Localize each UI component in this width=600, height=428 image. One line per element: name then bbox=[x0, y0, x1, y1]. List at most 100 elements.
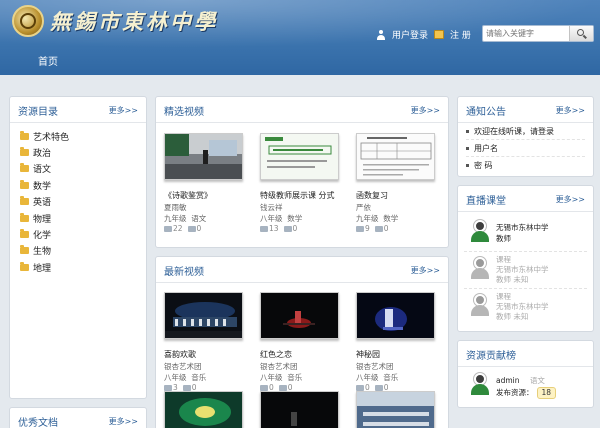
excellent-docs-title: 优秀文档 bbox=[18, 418, 58, 428]
category-item[interactable]: 数学 bbox=[20, 177, 146, 193]
category-item[interactable]: 物理 bbox=[20, 210, 146, 226]
video-thumbnail[interactable] bbox=[260, 133, 339, 180]
video-thumbnail[interactable] bbox=[164, 391, 243, 428]
folder-icon bbox=[20, 130, 29, 140]
category-item[interactable]: 政治 bbox=[20, 144, 146, 160]
comments-icon bbox=[187, 226, 196, 232]
school-emblem-icon bbox=[12, 5, 44, 37]
video-title[interactable]: 《诗歌鉴赏》 bbox=[164, 190, 243, 200]
video-meta: 八年级 数学 bbox=[260, 214, 303, 223]
live-role: 教师 未知 bbox=[496, 312, 529, 321]
video-card[interactable]: 《诗歌鉴赏》 夏雨敏 九年级 语文 22 0 bbox=[164, 133, 243, 233]
video-thumbnail[interactable] bbox=[164, 292, 243, 339]
video-author: 钱云祥 bbox=[260, 203, 283, 212]
category-item[interactable]: 生物 bbox=[20, 243, 146, 259]
notice-title: 通知公告 bbox=[466, 107, 506, 118]
video-stats: 90 bbox=[356, 224, 435, 233]
category-item[interactable]: 地理 bbox=[20, 259, 146, 275]
live-classroom-title: 直播课堂 bbox=[466, 196, 506, 207]
video-author: 银杏艺术团 bbox=[164, 362, 202, 371]
nav-home[interactable]: 首页 bbox=[25, 50, 71, 75]
contribution-ranking-panel: 资源贡献榜 admin 语文 发布资源： 18 bbox=[457, 340, 594, 408]
latest-videos-title: 最新视频 bbox=[164, 267, 204, 278]
folder-icon bbox=[20, 212, 29, 222]
featured-more-link[interactable]: 更多>> bbox=[411, 105, 440, 116]
login-link[interactable]: 用户登录 bbox=[392, 28, 428, 41]
video-thumbnail[interactable] bbox=[260, 292, 339, 339]
live-role: 教师 未知 bbox=[496, 275, 529, 284]
excellent-docs-panel: 优秀文档 更多>> bbox=[9, 407, 147, 428]
resource-more-link[interactable]: 更多>> bbox=[109, 105, 138, 116]
live-more-link[interactable]: 更多>> bbox=[556, 194, 585, 205]
folder-icon bbox=[20, 147, 29, 157]
live-item[interactable]: 课程 无锡市东林中学 教师 未知 bbox=[464, 252, 587, 289]
folder-icon bbox=[20, 245, 29, 255]
video-title[interactable]: 神秘园 bbox=[356, 349, 435, 359]
views-icon bbox=[164, 226, 172, 232]
live-role: 教师 bbox=[496, 234, 511, 243]
video-author: 银杏艺术团 bbox=[356, 362, 394, 371]
video-title[interactable]: 特级教师展示课 分式 bbox=[260, 190, 339, 200]
video-meta: 八年级 音乐 bbox=[260, 373, 303, 382]
resource-directory-panel: 资源目录 更多>> 艺术特色 政治 语文 数学 英语 物理 化学 生物 地理 bbox=[9, 96, 147, 399]
search-box bbox=[482, 25, 594, 42]
notice-item[interactable]: 用户名 bbox=[466, 140, 585, 157]
search-input[interactable] bbox=[486, 27, 570, 40]
contribution-ranking-title: 资源贡献榜 bbox=[466, 351, 516, 362]
category-item[interactable]: 化学 bbox=[20, 226, 146, 242]
live-item[interactable]: 课程 无锡市东林中学 教师 未知 bbox=[464, 289, 587, 326]
views-icon bbox=[356, 226, 364, 232]
video-card[interactable]: 函数复习 严依 九年级 数学 90 bbox=[356, 133, 435, 233]
video-meta: 八年级 音乐 bbox=[164, 373, 207, 382]
category-item[interactable]: 艺术特色 bbox=[20, 128, 146, 144]
live-school: 无锡市东林中学 bbox=[496, 223, 549, 232]
live-item[interactable]: 无锡市东林中学 教师 bbox=[464, 215, 587, 252]
video-title[interactable]: 红色之恋 bbox=[260, 349, 339, 359]
video-title[interactable]: 函数复习 bbox=[356, 190, 435, 200]
video-thumbnail[interactable] bbox=[164, 133, 243, 180]
video-thumbnail[interactable] bbox=[356, 292, 435, 339]
video-card[interactable]: 神秘园 银杏艺术团 八年级 音乐 00 bbox=[356, 292, 435, 392]
category-item[interactable]: 英语 bbox=[20, 194, 146, 210]
video-meta: 九年级 语文 bbox=[164, 214, 207, 223]
teacher-avatar bbox=[470, 294, 490, 316]
notice-more-link[interactable]: 更多>> bbox=[556, 105, 585, 116]
notice-list: 欢迎在线听课，请登录 用户名 密 码 bbox=[458, 123, 593, 174]
main-nav: 首页 bbox=[0, 50, 600, 75]
video-title[interactable]: 喜韵欢歌 bbox=[164, 349, 243, 359]
folder-icon bbox=[20, 179, 29, 189]
video-meta: 九年级 数学 bbox=[356, 214, 399, 223]
category-item[interactable]: 语文 bbox=[20, 161, 146, 177]
category-list: 艺术特色 政治 语文 数学 英语 物理 化学 生物 地理 bbox=[10, 123, 146, 276]
rank-item[interactable]: admin 语文 发布资源： 18 bbox=[464, 367, 587, 405]
featured-videos-panel: 精选视频 更多>> 《诗歌鉴赏》 夏雨敏 九年级 语文 22 0 特级教师展示课… bbox=[155, 96, 449, 248]
video-card[interactable]: 特级教师展示课 分式 钱云祥 八年级 数学 13 0 bbox=[260, 133, 339, 233]
notice-item[interactable]: 欢迎在线听课，请登录 bbox=[466, 123, 585, 140]
video-card[interactable]: 喜韵欢歌 银杏艺术团 八年级 音乐 30 bbox=[164, 292, 243, 392]
user-bar: 用户登录 注 册 bbox=[376, 28, 471, 41]
user-icon bbox=[376, 29, 386, 40]
views-icon bbox=[260, 226, 268, 232]
register-link[interactable]: 注 册 bbox=[450, 28, 471, 41]
user-avatar bbox=[470, 373, 490, 395]
folder-icon bbox=[20, 261, 29, 271]
register-icon bbox=[434, 30, 445, 39]
video-stats: 22 0 bbox=[164, 224, 243, 233]
latest-more-link[interactable]: 更多>> bbox=[411, 265, 440, 276]
video-thumbnail[interactable] bbox=[356, 391, 435, 428]
school-logo[interactable]: 無錫市東林中學 bbox=[12, 3, 218, 39]
rank-count: 发布资源： 18 bbox=[496, 387, 557, 399]
resource-directory-title: 资源目录 bbox=[18, 107, 58, 118]
video-card[interactable]: 红色之恋 银杏艺术团 八年级 音乐 00 bbox=[260, 292, 339, 392]
docs-more-link[interactable]: 更多>> bbox=[109, 416, 138, 427]
rank-user[interactable]: admin 语文 bbox=[496, 375, 545, 386]
notice-panel: 通知公告 更多>> 欢迎在线听课，请登录 用户名 密 码 bbox=[457, 96, 594, 177]
notice-item[interactable]: 密 码 bbox=[466, 157, 585, 174]
search-button[interactable] bbox=[569, 26, 593, 41]
video-thumbnail[interactable] bbox=[356, 133, 435, 180]
teacher-avatar bbox=[470, 257, 490, 279]
video-thumbnail[interactable] bbox=[260, 391, 339, 428]
featured-videos-title: 精选视频 bbox=[164, 107, 204, 118]
video-author: 银杏艺术团 bbox=[260, 362, 298, 371]
comments-icon bbox=[374, 226, 383, 232]
